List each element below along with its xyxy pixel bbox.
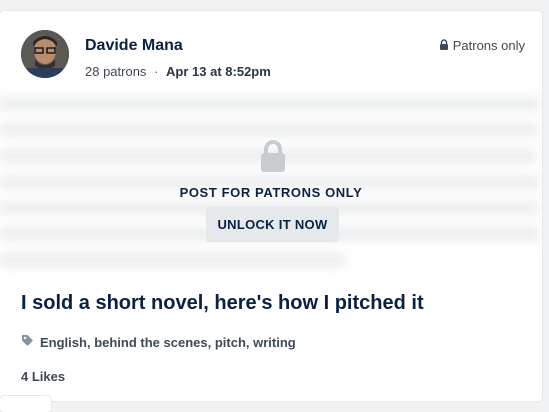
post-card: Davide Mana 28 patrons · Apr 13 at 8:52p…	[0, 11, 542, 401]
tag-link[interactable]: writing	[253, 335, 296, 350]
lock-icon	[439, 38, 449, 53]
post-meta: 28 patrons · Apr 13 at 8:52pm	[85, 64, 271, 79]
tag-link[interactable]: behind the scenes	[94, 335, 207, 350]
tag-row: English, behind the scenes, pitch, writi…	[21, 334, 296, 350]
tag-link[interactable]: English	[40, 335, 87, 350]
likes-count[interactable]: 4 Likes	[21, 369, 65, 384]
visibility-badge: Patrons only	[439, 38, 525, 53]
padlock-icon	[259, 139, 287, 173]
tag-list: English, behind the scenes, pitch, writi…	[40, 334, 296, 350]
patrons-only-message: POST FOR PATRONS ONLY	[179, 185, 363, 200]
author-name[interactable]: Davide Mana	[85, 37, 183, 55]
post-date[interactable]: Apr 13 at 8:52pm	[166, 64, 271, 79]
next-card-edge	[0, 396, 51, 412]
tag-link[interactable]: pitch	[215, 335, 246, 350]
tag-icon	[21, 334, 34, 350]
avatar[interactable]	[21, 30, 69, 78]
visibility-label: Patrons only	[452, 38, 525, 53]
post-title[interactable]: I sold a short novel, here's how I pitch…	[21, 292, 424, 315]
unlock-button[interactable]: UNLOCK IT NOW	[206, 207, 339, 242]
meta-separator: ·	[154, 64, 159, 79]
patron-count: 28 patrons	[85, 64, 147, 79]
